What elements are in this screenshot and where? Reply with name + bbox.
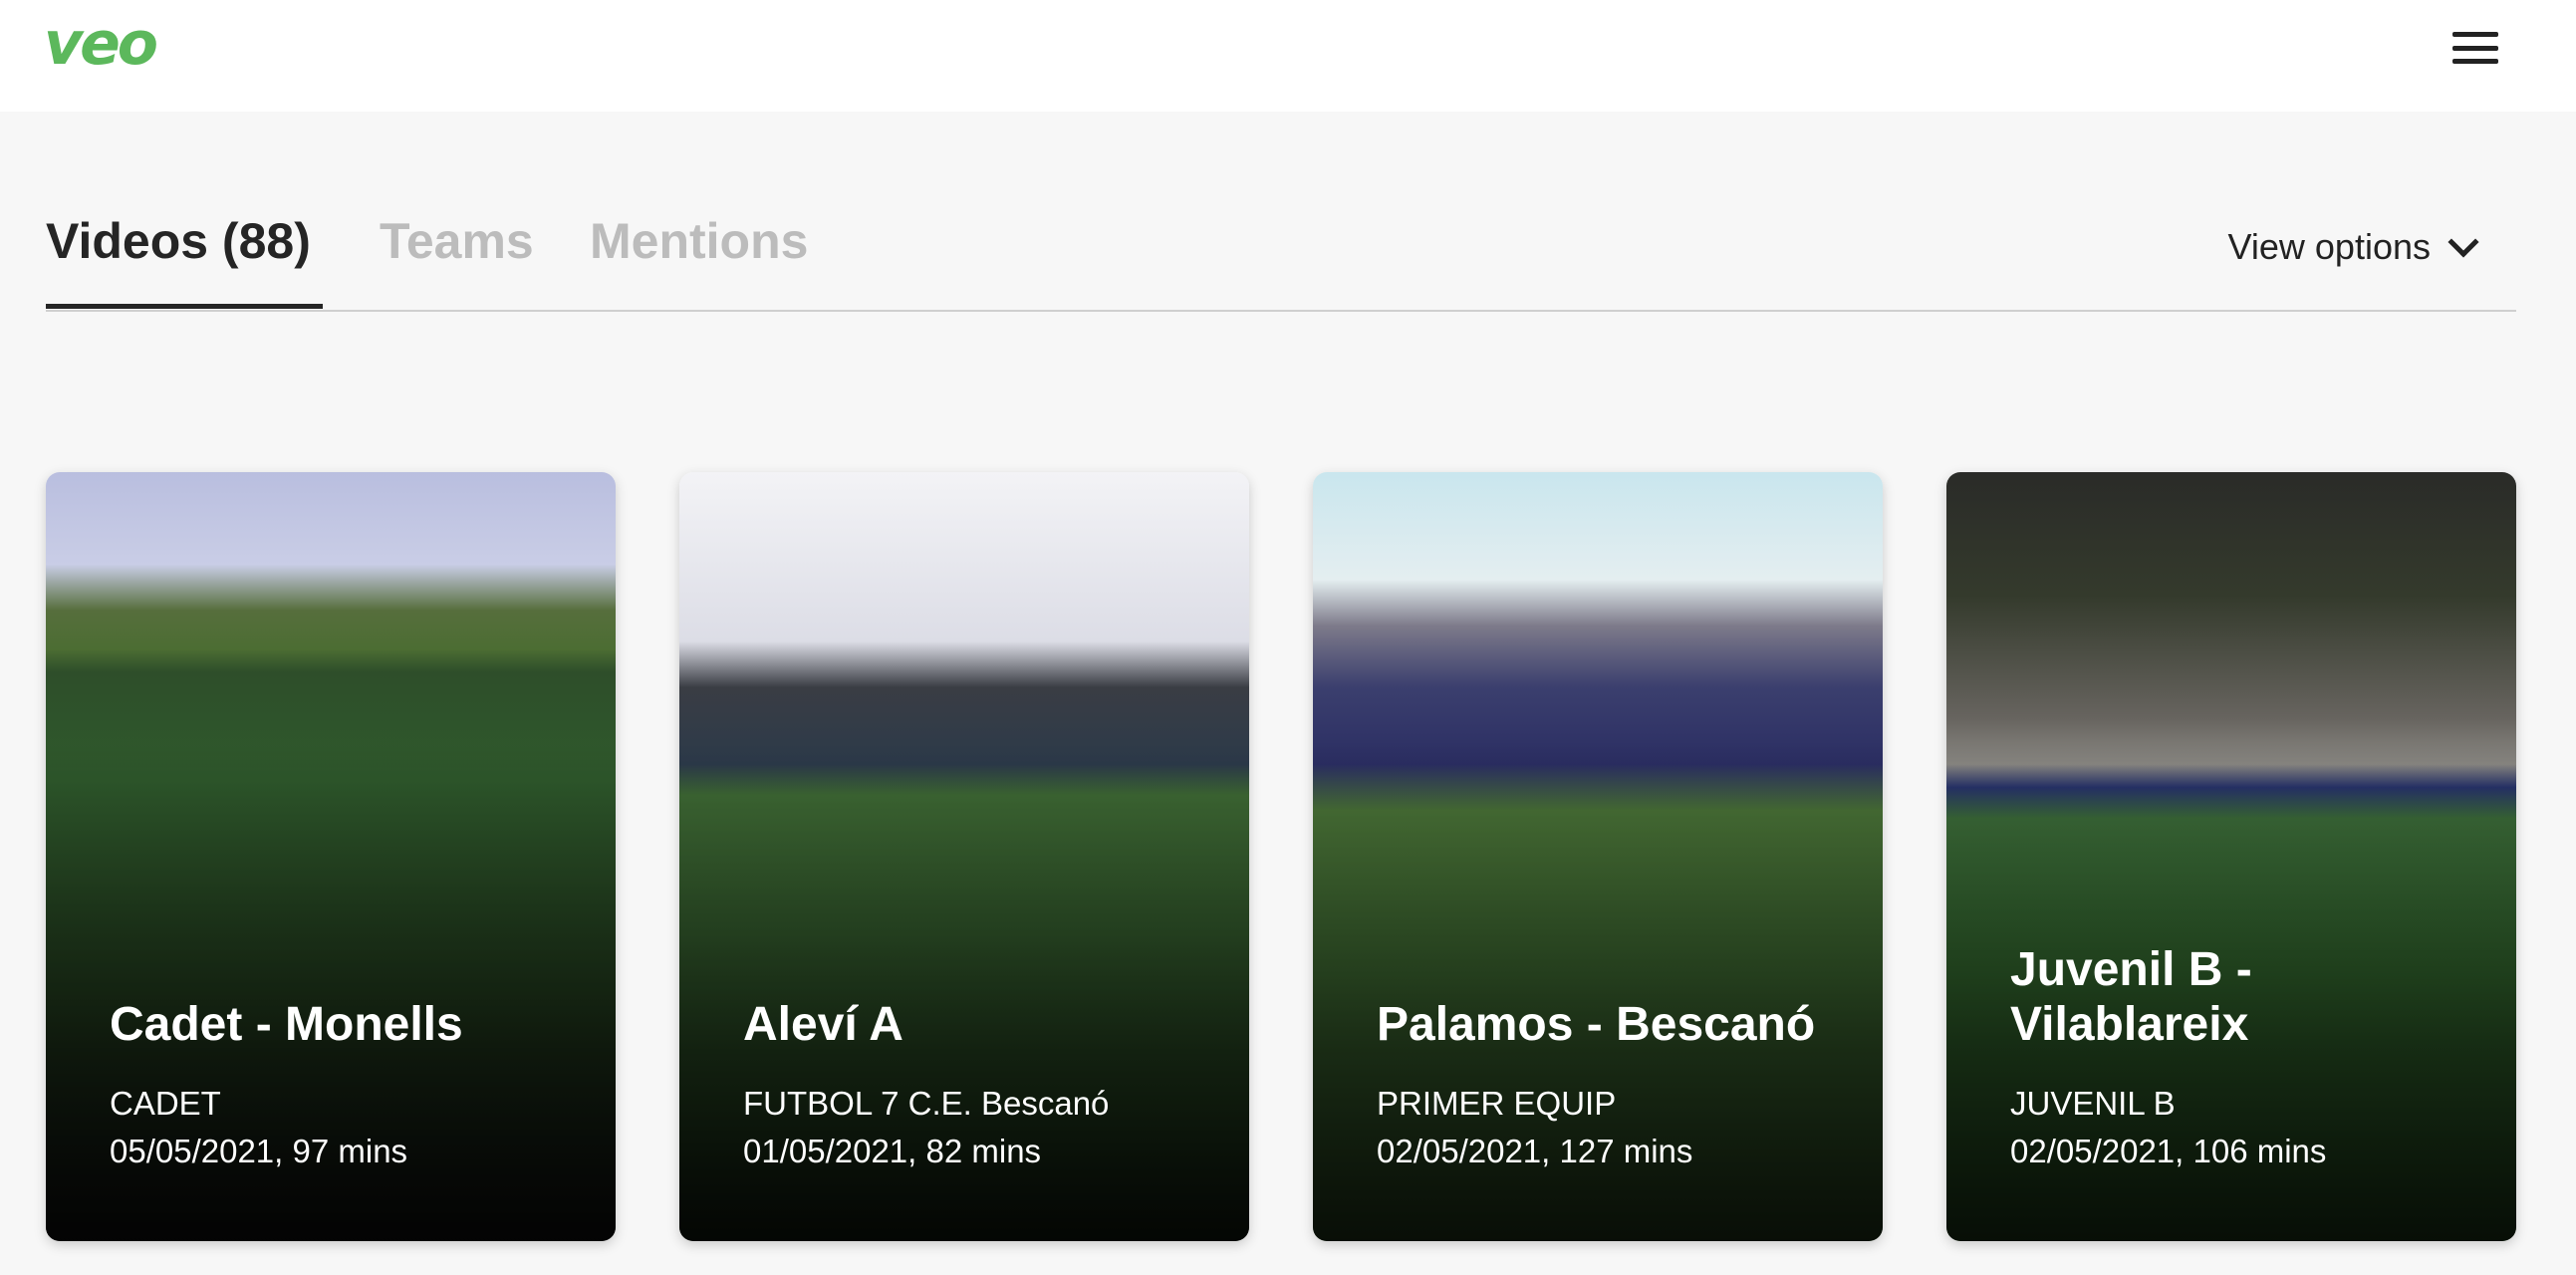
video-team: FUTBOL 7 C.E. Bescanó bbox=[743, 1085, 1110, 1122]
hamburger-menu-icon[interactable] bbox=[2452, 30, 2498, 66]
menu-line bbox=[2452, 59, 2498, 64]
menu-line bbox=[2452, 32, 2498, 37]
video-card[interactable]: Aleví A FUTBOL 7 C.E. Bescanó 01/05/2021… bbox=[679, 472, 1249, 1241]
video-info: Palamos - Bescanó PRIMER EQUIP 02/05/202… bbox=[1377, 997, 1843, 1175]
video-date-duration: 05/05/2021, 97 mins bbox=[110, 1133, 408, 1169]
top-bar: veo bbox=[0, 0, 2576, 112]
view-options-button[interactable]: View options bbox=[2227, 226, 2479, 268]
video-card[interactable]: Cadet - Monells CADET 05/05/2021, 97 min… bbox=[46, 472, 616, 1241]
content-tabs: Videos (88) Teams Mentions View options bbox=[46, 204, 2516, 312]
video-title: Juvenil B - Vilablareix bbox=[2010, 942, 2252, 1051]
video-title: Aleví A bbox=[743, 997, 903, 1051]
video-date-duration: 02/05/2021, 127 mins bbox=[1377, 1133, 1693, 1169]
video-info: Aleví A FUTBOL 7 C.E. Bescanó 01/05/2021… bbox=[743, 997, 1209, 1175]
video-team: PRIMER EQUIP bbox=[1377, 1085, 1617, 1122]
video-team: JUVENIL B bbox=[2010, 1085, 2176, 1122]
video-info: Juvenil B - Vilablareix JUVENIL B 02/05/… bbox=[2010, 942, 2476, 1175]
menu-line bbox=[2452, 45, 2498, 51]
view-options-label: View options bbox=[2227, 226, 2431, 267]
video-card[interactable]: Palamos - Bescanó PRIMER EQUIP 02/05/202… bbox=[1313, 472, 1883, 1241]
active-tab-indicator bbox=[46, 304, 323, 309]
video-team: CADET bbox=[110, 1085, 221, 1122]
veo-logo[interactable]: veo bbox=[44, 14, 158, 74]
video-title: Palamos - Bescanó bbox=[1377, 997, 1816, 1051]
video-date-duration: 02/05/2021, 106 mins bbox=[2010, 1133, 2327, 1169]
tab-teams[interactable]: Teams bbox=[380, 216, 534, 266]
video-card[interactable]: Juvenil B - Vilablareix JUVENIL B 02/05/… bbox=[1946, 472, 2516, 1241]
video-date-duration: 01/05/2021, 82 mins bbox=[743, 1133, 1042, 1169]
tab-mentions[interactable]: Mentions bbox=[590, 216, 808, 266]
video-title: Cadet - Monells bbox=[110, 997, 463, 1051]
tab-videos[interactable]: Videos (88) bbox=[46, 216, 311, 266]
video-info: Cadet - Monells CADET 05/05/2021, 97 min… bbox=[110, 997, 576, 1175]
chevron-down-icon bbox=[2447, 226, 2479, 258]
